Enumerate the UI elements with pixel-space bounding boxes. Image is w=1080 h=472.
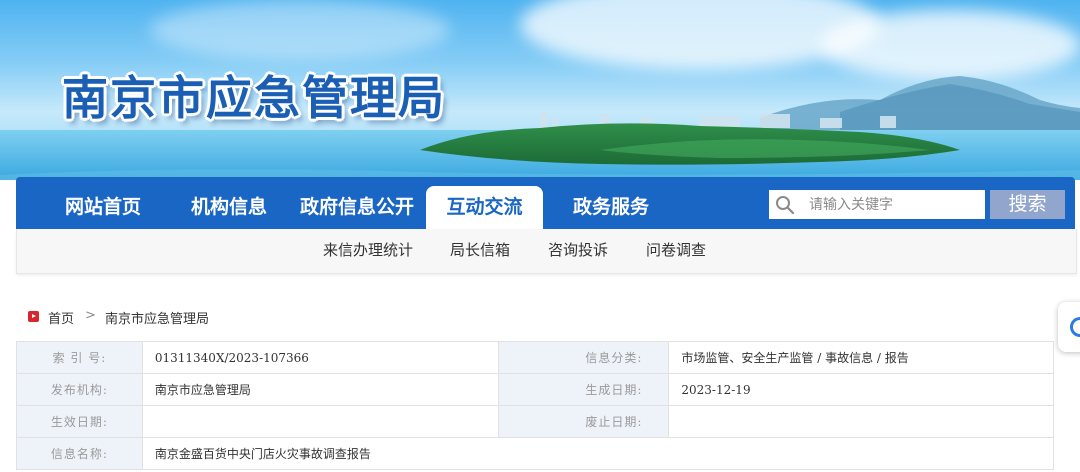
index-value: 01311340X/2023-107366 — [141, 341, 499, 374]
info-table: 索 引 号: 01311340X/2023-107366 信息分类: 市场监管、… — [16, 341, 1055, 470]
breadcrumb-separator: > — [85, 308, 96, 323]
expire-date-label: 废止日期: — [497, 405, 670, 438]
category-value: 市场监管、安全生产监管 / 事故信息 / 报告 — [668, 341, 1054, 374]
nav-item-organization[interactable]: 机构信息 — [191, 177, 267, 229]
side-float-button[interactable] — [1058, 302, 1080, 352]
home-play-icon — [28, 311, 39, 322]
table-row: 索 引 号: 01311340X/2023-107366 信息分类: 市场监管、… — [16, 341, 1054, 374]
breadcrumb-home[interactable]: 首页 — [48, 308, 74, 327]
nav-item-home[interactable]: 网站首页 — [65, 177, 141, 229]
expire-date-value — [668, 405, 1054, 438]
breadcrumb-current[interactable]: 南京市应急管理局 — [105, 308, 209, 327]
info-name-label: 信息名称: — [16, 437, 143, 470]
created-date-value: 2023-12-19 — [668, 373, 1054, 406]
search-box — [769, 190, 985, 219]
effective-date-value — [141, 405, 499, 438]
category-label: 信息分类: — [497, 341, 670, 374]
subnav-item-letter-stats[interactable]: 来信办理统计 — [323, 229, 413, 271]
subnav-item-consult-complaint[interactable]: 咨询投诉 — [548, 229, 608, 271]
nav-item-gov-info[interactable]: 政府信息公开 — [300, 177, 414, 229]
search-button[interactable]: 搜索 — [990, 190, 1065, 219]
subnav-item-survey[interactable]: 问卷调查 — [646, 229, 706, 271]
created-date-label: 生成日期: — [497, 373, 670, 406]
site-title: 南京市应急管理局 — [62, 71, 446, 125]
search-icon — [776, 196, 795, 215]
main-nav: 网站首页 机构信息 政府信息公开 互动交流 政务服务 搜索 — [16, 177, 1075, 229]
table-row: 发布机构: 南京市应急管理局 生成日期: 2023-12-19 — [16, 373, 1054, 406]
table-row: 信息名称: 南京金盛百货中央门店火灾事故调查报告 — [16, 437, 1055, 470]
header-banner: 南京市应急管理局 — [0, 0, 1080, 180]
info-name-value: 南京金盛百货中央门店火灾事故调查报告 — [141, 437, 1055, 470]
effective-date-label: 生效日期: — [16, 405, 143, 438]
search-input[interactable] — [809, 190, 979, 219]
nav-item-services[interactable]: 政务服务 — [573, 177, 649, 229]
refresh-icon — [1070, 317, 1080, 337]
publisher-label: 发布机构: — [16, 373, 143, 406]
table-row: 生效日期: 废止日期: — [16, 405, 1054, 438]
sub-nav: 来信办理统计 局长信箱 咨询投诉 问卷调查 — [16, 229, 1077, 274]
subnav-item-director-mailbox[interactable]: 局长信箱 — [450, 229, 510, 271]
nav-item-interaction[interactable]: 互动交流 — [426, 186, 543, 229]
publisher-value: 南京市应急管理局 — [141, 373, 499, 406]
index-label: 索 引 号: — [16, 341, 143, 374]
